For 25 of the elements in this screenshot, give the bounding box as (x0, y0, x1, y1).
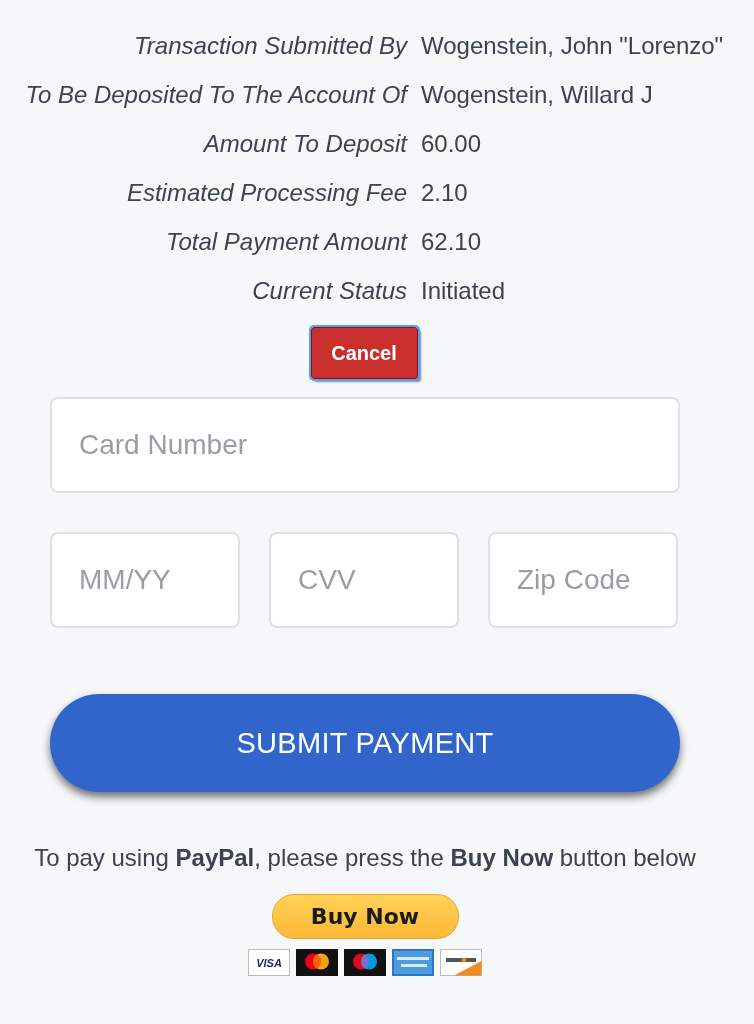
detail-label: Total Payment Amount (165, 228, 407, 256)
amex-card-icon (392, 949, 434, 976)
detail-label: Transaction Submitted By (134, 32, 407, 60)
detail-value: Initiated (421, 277, 506, 305)
submit-payment-button[interactable]: SUBMIT PAYMENT (50, 694, 680, 792)
card-number-field[interactable]: Card Number (50, 397, 680, 493)
input-field[interactable]: MM/YY (50, 532, 240, 628)
input-field[interactable]: CVV (269, 532, 459, 628)
detail-value: 2.10 (421, 179, 468, 207)
paypal-instruction-text: To pay using PayPal, please press the Buy Now button below (34, 843, 696, 873)
detail-value: Wogenstein, John "Lorenzo" (421, 32, 724, 60)
detail-label: To Be Deposited To The Account Of (25, 81, 407, 109)
discover-card-icon (440, 949, 482, 976)
visa-logo: VISA (248, 949, 290, 976)
detail-value: 60.00 (421, 130, 482, 158)
cancel-button[interactable]: Cancel (310, 327, 418, 379)
detail-value: 62.10 (421, 228, 482, 256)
detail-label: Estimated Processing Fee (126, 179, 407, 207)
detail-label: Current Status (252, 277, 407, 305)
input-field[interactable]: Zip Code (488, 532, 678, 628)
mastercard-icon (296, 949, 338, 976)
detail-label: Amount To Deposit (203, 130, 407, 158)
buy-now-button[interactable]: Buy Now (271, 894, 459, 939)
maestro-icon (344, 949, 386, 976)
detail-value: Wogenstein, Willard J (421, 81, 653, 109)
